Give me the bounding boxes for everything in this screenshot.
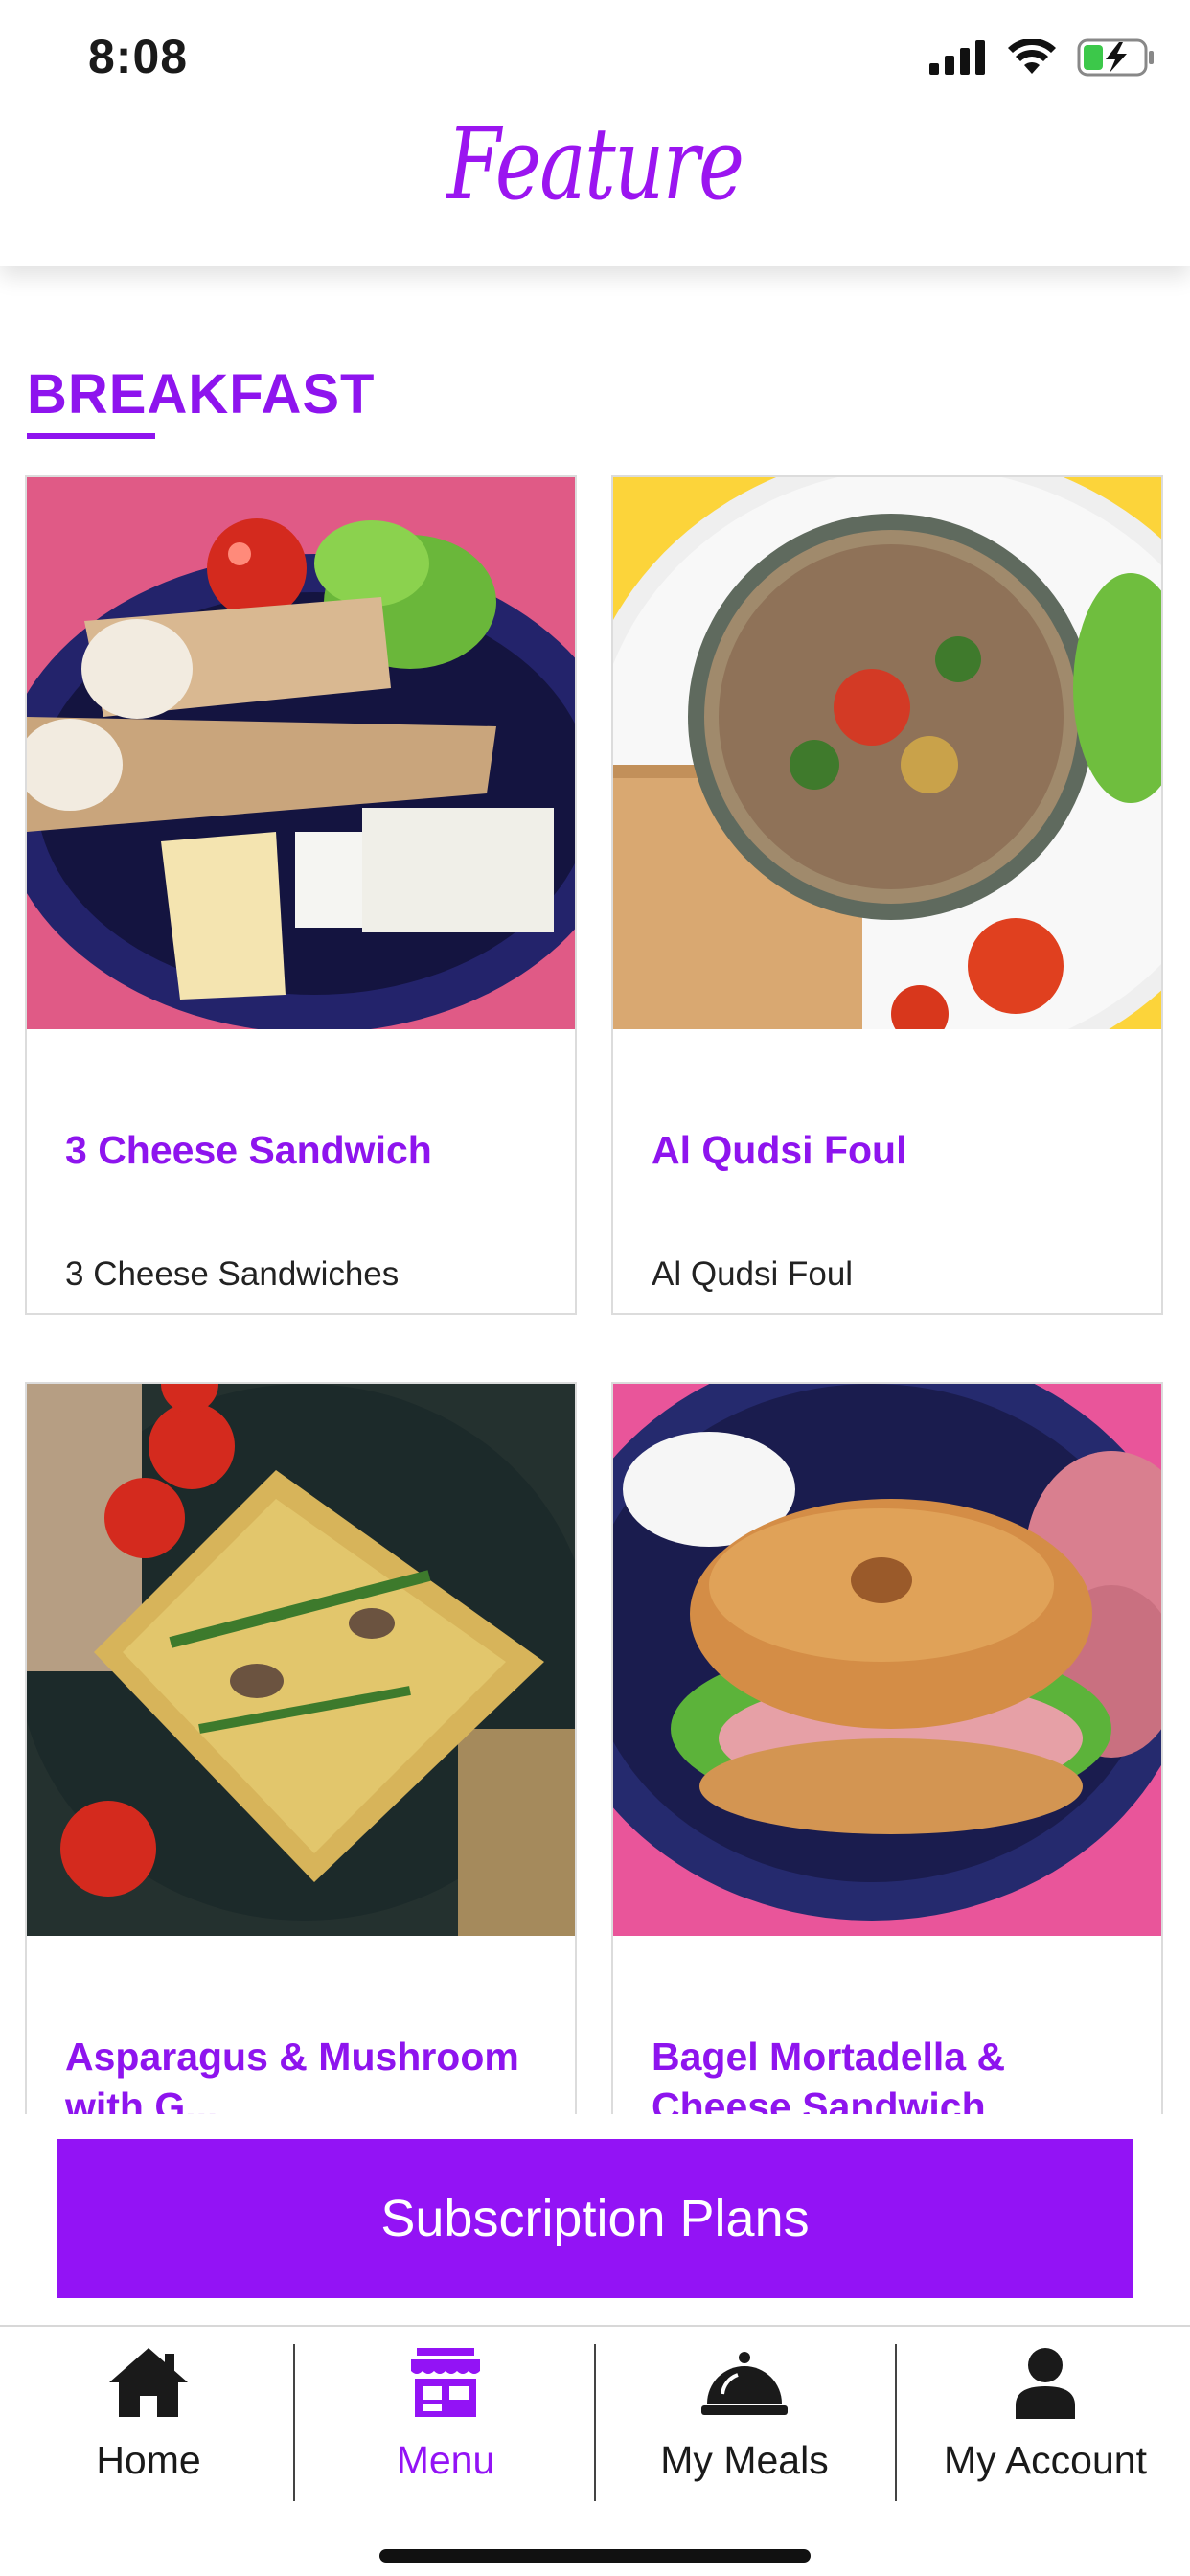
person-icon [1016, 2348, 1075, 2419]
meal-image[interactable] [613, 477, 1161, 1029]
meal-name[interactable]: Asparagus & Mushroom with G... [65, 2032, 544, 2114]
frittata-photo [27, 1384, 575, 1936]
section-underline [27, 433, 155, 439]
home-icon [109, 2348, 188, 2417]
wifi-icon [1008, 39, 1056, 74]
tab-divider [293, 2344, 295, 2501]
section-title: BREAKFAST [27, 363, 376, 426]
page-title: Feature [446, 105, 744, 222]
cloche-icon [701, 2352, 788, 2415]
meal-name[interactable]: Bagel Mortadella & Cheese Sandwich [652, 2032, 1131, 2114]
meal-name[interactable]: Al Qudsi Foul [652, 1125, 1131, 1175]
tab-icon-wrap [0, 2346, 297, 2423]
store-icon [411, 2348, 480, 2417]
foul-bowl-photo [613, 477, 1161, 1029]
meal-card[interactable]: 3 Cheese Sandwich 3 Cheese Sandwiches [25, 475, 577, 1315]
tab-my-account[interactable]: My Account [897, 2327, 1190, 2497]
meal-card[interactable]: Asparagus & Mushroom with G... [25, 1382, 577, 2114]
meal-name[interactable]: 3 Cheese Sandwich [65, 1125, 544, 1175]
tab-icon-wrap [596, 2346, 893, 2423]
tab-label: Menu [396, 2438, 495, 2482]
battery-charging-icon [1077, 38, 1154, 77]
status-icons [929, 38, 1156, 77]
meal-image[interactable] [27, 477, 575, 1029]
bottom-tab-bar: Home Menu My Meals My Account [0, 2325, 1190, 2576]
bagel-sandwich-photo [613, 1384, 1161, 1936]
tab-home[interactable]: Home [0, 2327, 297, 2497]
meal-card[interactable]: Bagel Mortadella & Cheese Sandwich [611, 1382, 1163, 2114]
home-indicator [379, 2549, 811, 2563]
tab-icon-wrap [897, 2346, 1190, 2423]
meal-description: 3 Cheese Sandwiches [65, 1255, 400, 1293]
wraps-and-cheese-photo [27, 477, 575, 1029]
tab-label: Home [96, 2438, 201, 2482]
app-header: 8:08 Feature [0, 0, 1190, 266]
tab-icon-wrap [297, 2346, 594, 2423]
tab-label: My Account [944, 2438, 1147, 2482]
meal-card[interactable]: Al Qudsi Foul Al Qudsi Foul [611, 475, 1163, 1315]
meal-image[interactable] [27, 1384, 575, 1936]
status-bar: 8:08 [0, 0, 1190, 115]
tab-menu[interactable]: Menu [297, 2327, 594, 2497]
cellular-signal-icon [929, 40, 985, 75]
meal-grid: 3 Cheese Sandwich 3 Cheese Sandwiches Al… [25, 475, 1165, 2114]
tab-label: My Meals [660, 2438, 829, 2482]
status-time: 8:08 [88, 30, 189, 83]
meal-image[interactable] [613, 1384, 1161, 1936]
tab-my-meals[interactable]: My Meals [596, 2327, 893, 2497]
subscription-plans-button[interactable]: Subscription Plans [57, 2139, 1133, 2298]
meal-description: Al Qudsi Foul [652, 1255, 854, 1293]
